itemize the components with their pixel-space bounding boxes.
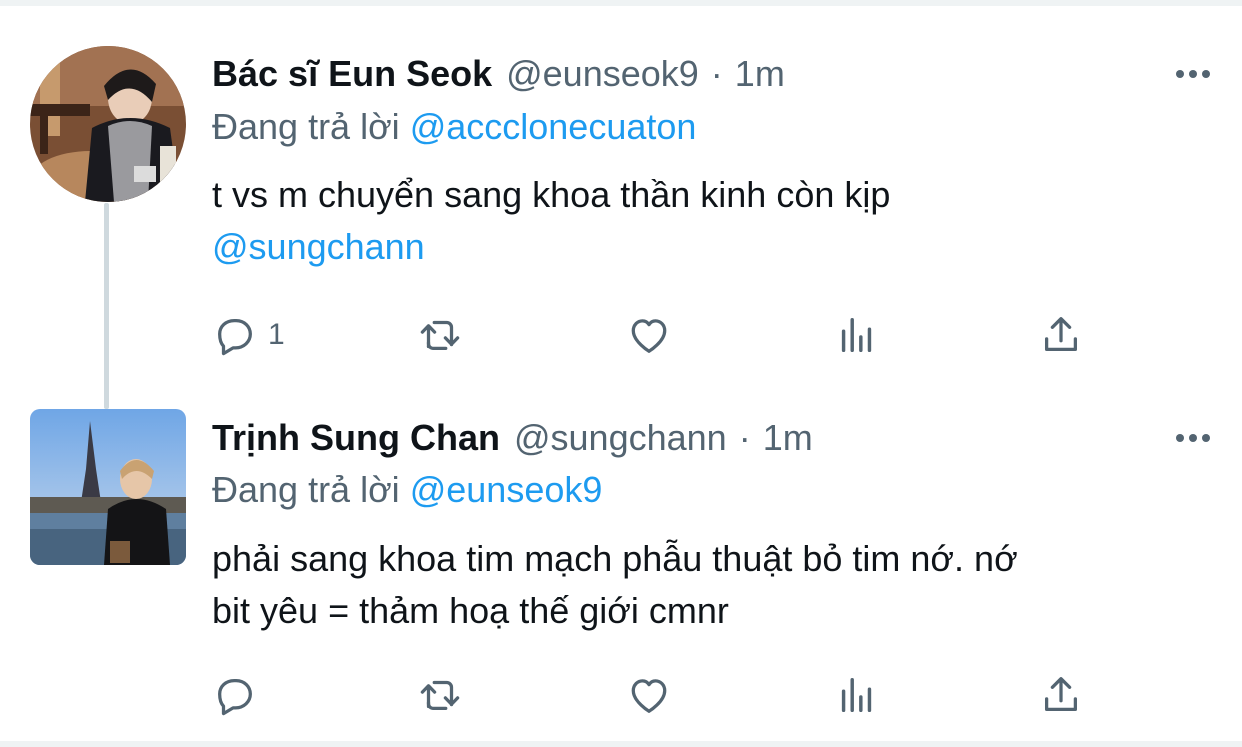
more-icon[interactable]: [1172, 428, 1214, 448]
reply-icon: [218, 678, 252, 716]
retweet-button[interactable]: [417, 310, 463, 360]
tweet[interactable]: Bác sĩ Eun Seok @eunseok9 · 1m Đang trả …: [0, 6, 1242, 372]
separator-dot: ·: [710, 53, 723, 94]
like-button[interactable]: [626, 310, 672, 360]
like-icon: [631, 679, 667, 713]
display-name[interactable]: Bác sĩ Eun Seok: [212, 49, 492, 99]
replying-to: Đang trả lời @eunseok9: [212, 465, 602, 515]
share-button[interactable]: [1038, 670, 1084, 720]
share-icon: [1044, 677, 1078, 712]
tweet[interactable]: Trịnh Sung Chan @sungchann · 1m Đang trả…: [0, 372, 1242, 741]
share-icon: [1044, 317, 1078, 352]
action-bar: [212, 670, 1092, 720]
more-icon[interactable]: [1172, 64, 1214, 84]
user-handle[interactable]: @sungchann: [514, 413, 727, 463]
replying-prefix: Đang trả lời: [212, 106, 400, 147]
replying-mention-link[interactable]: @accclonecuaton: [410, 106, 697, 147]
avatar[interactable]: [30, 46, 186, 202]
reply-button[interactable]: [212, 670, 268, 720]
avatar[interactable]: [30, 409, 186, 565]
replying-mention-link[interactable]: @eunseok9: [410, 469, 603, 510]
tweet-text-line: phải sang khoa tim mạch phẫu thuật bỏ ti…: [212, 538, 1018, 579]
views-button[interactable]: [834, 670, 880, 720]
separator-dot: ·: [738, 417, 751, 458]
tweet-text-line: bit yêu = thảm hoạ thế giới cmnr: [212, 590, 729, 631]
replying-prefix: Đang trả lời: [212, 469, 400, 510]
reply-button[interactable]: 1: [212, 310, 285, 360]
views-icon: [841, 317, 872, 353]
reply-icon: [218, 318, 252, 356]
display-name[interactable]: Trịnh Sung Chan: [212, 413, 500, 463]
bottom-divider: [0, 741, 1242, 747]
tweet-text: phải sang khoa tim mạch phẫu thuật bỏ ti…: [212, 533, 1212, 637]
tweet-text-line: t vs m chuyển sang khoa thần kinh còn kị…: [212, 174, 891, 215]
like-button[interactable]: [626, 670, 672, 720]
views-button[interactable]: [834, 310, 880, 360]
retweet-button[interactable]: [417, 670, 463, 720]
views-icon: [841, 677, 872, 713]
retweet-icon: [420, 680, 460, 711]
timestamp[interactable]: 1m: [763, 413, 813, 463]
tweet-header: Bác sĩ Eun Seok @eunseok9 · 1m: [212, 49, 785, 99]
share-button[interactable]: [1038, 310, 1084, 360]
user-handle[interactable]: @eunseok9: [506, 49, 699, 99]
tweet-text: t vs m chuyển sang khoa thần kinh còn kị…: [212, 169, 1212, 273]
tweet-header: Trịnh Sung Chan @sungchann · 1m: [212, 413, 813, 463]
retweet-icon: [420, 320, 460, 351]
action-bar: 1: [212, 310, 1092, 360]
mention-link[interactable]: @sungchann: [212, 221, 1212, 273]
replying-to: Đang trả lời @accclonecuaton: [212, 102, 696, 152]
like-icon: [631, 319, 667, 353]
timestamp[interactable]: 1m: [735, 49, 785, 99]
reply-count: 1: [268, 318, 285, 351]
